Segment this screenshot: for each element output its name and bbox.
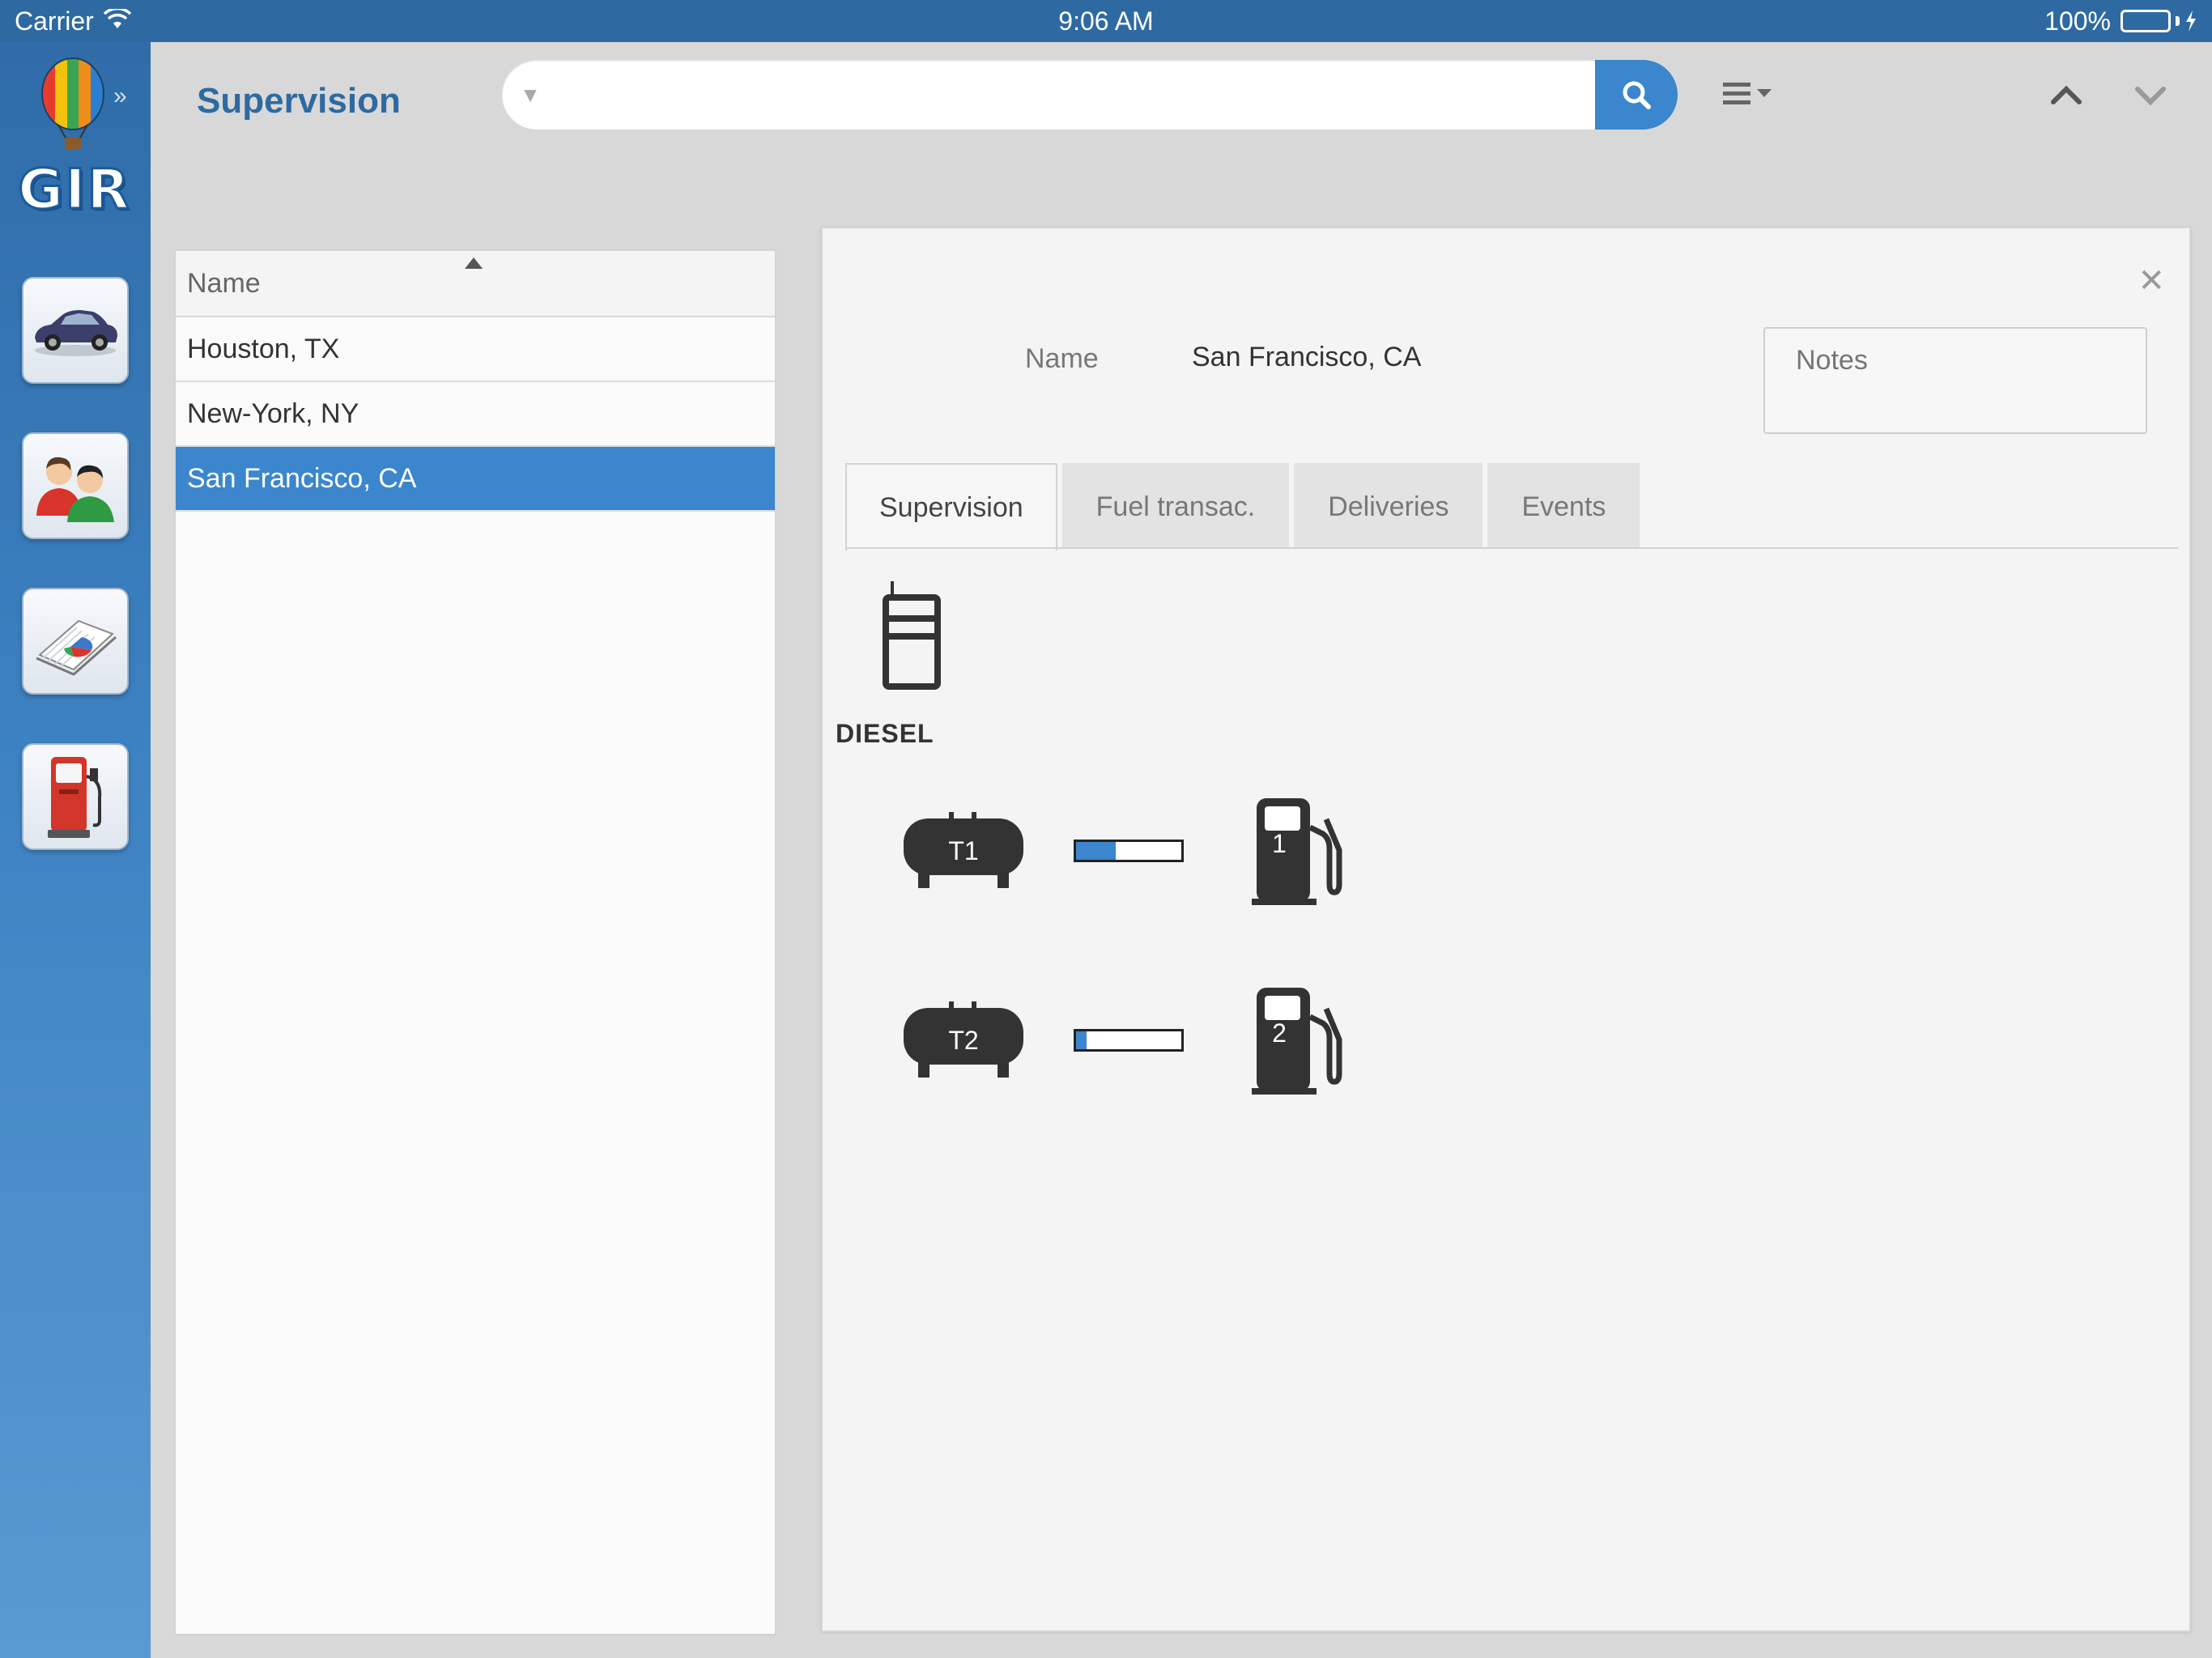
tab-events[interactable]: Events xyxy=(1487,463,1640,549)
search-input[interactable] xyxy=(559,60,1595,130)
name-field-label: Name xyxy=(1025,343,1099,374)
gir-logo-text: GIR xyxy=(17,158,131,222)
pump-number: 2 xyxy=(1272,1018,1287,1048)
location-list: Name Houston, TX New-York, NY San Franci… xyxy=(174,249,776,1635)
column-header-label: Name xyxy=(187,267,261,299)
app-logo: » GIR xyxy=(0,42,151,228)
pump-2[interactable]: 2 xyxy=(1249,984,1342,1096)
battery-percent: 100% xyxy=(2044,6,2111,36)
fuel-pump-icon xyxy=(48,757,102,838)
list-item-label: New-York, NY xyxy=(187,397,359,429)
sort-ascending-icon xyxy=(465,257,483,269)
report-chart-icon xyxy=(36,619,117,676)
tank-row: T1 1 xyxy=(900,795,1342,907)
detail-panel: ✕ Name San Francisco, CA Supervision Fue… xyxy=(821,227,2191,1632)
pump-1[interactable]: 1 xyxy=(1249,795,1342,907)
fuel-type-label: DIESEL xyxy=(836,719,934,748)
next-record-button[interactable] xyxy=(2133,78,2168,117)
search-icon xyxy=(1623,81,1651,109)
name-field-value: San Francisco, CA xyxy=(1192,342,1422,372)
page-title: Supervision xyxy=(197,81,401,121)
search-bar: ▼ xyxy=(502,60,1678,130)
list-item-label: Houston, TX xyxy=(187,333,340,364)
carrier-label: Carrier xyxy=(15,6,94,36)
list-menu-button[interactable] xyxy=(1721,78,1778,110)
chevron-down-icon xyxy=(2135,87,2166,106)
expand-sidebar-icon[interactable]: » xyxy=(113,83,127,110)
tank-label: T1 xyxy=(948,836,979,865)
balloon-logo-icon xyxy=(41,57,104,149)
list-item[interactable]: Houston, TX xyxy=(176,317,775,382)
car-icon xyxy=(35,310,117,356)
status-time: 9:06 AM xyxy=(1058,6,1154,36)
tank-level-gauge xyxy=(1074,840,1184,862)
sidebar-item-reports[interactable] xyxy=(22,588,129,695)
tab-deliveries[interactable]: Deliveries xyxy=(1294,463,1483,549)
tank-row: T2 2 xyxy=(900,984,1342,1096)
list-item-selected[interactable]: San Francisco, CA xyxy=(176,447,775,512)
tank-t1[interactable]: T1 xyxy=(900,812,1027,890)
tank-level-gauge xyxy=(1074,1029,1184,1052)
tank-t2[interactable]: T2 xyxy=(900,1001,1027,1079)
sidebar-item-users[interactable] xyxy=(22,432,129,539)
pump-number: 1 xyxy=(1272,829,1287,858)
tab-supervision[interactable]: Supervision xyxy=(845,463,1057,551)
previous-record-button[interactable] xyxy=(2048,78,2084,117)
notes-field[interactable] xyxy=(1763,327,2147,434)
tab-divider xyxy=(845,547,2178,549)
search-button[interactable] xyxy=(1595,60,1678,130)
users-icon xyxy=(36,457,114,522)
hamburger-menu-icon xyxy=(1723,83,1772,104)
sidebar: » GIR xyxy=(0,42,151,1658)
tank-level-fill xyxy=(1076,1031,1087,1049)
sidebar-item-fuel[interactable] xyxy=(22,743,129,850)
list-item[interactable]: New-York, NY xyxy=(176,382,775,447)
wifi-icon xyxy=(103,6,131,36)
battery-icon xyxy=(2121,10,2197,32)
close-icon[interactable]: ✕ xyxy=(2138,262,2165,300)
tank-label: T2 xyxy=(948,1026,979,1055)
status-bar: Carrier 9:06 AM 100% xyxy=(0,0,2212,42)
tank-level-fill xyxy=(1076,842,1117,860)
sidebar-item-vehicles[interactable] xyxy=(22,277,129,384)
list-column-header-name[interactable]: Name xyxy=(176,251,775,317)
detail-tabs: Supervision Fuel transac. Deliveries Eve… xyxy=(845,463,1640,551)
fuel-controller-icon xyxy=(883,581,941,690)
list-item-label: San Francisco, CA xyxy=(187,462,417,494)
search-filter-dropdown-icon[interactable]: ▼ xyxy=(502,83,559,108)
chevron-up-icon xyxy=(2051,85,2082,104)
tab-fuel-transactions[interactable]: Fuel transac. xyxy=(1061,463,1290,549)
